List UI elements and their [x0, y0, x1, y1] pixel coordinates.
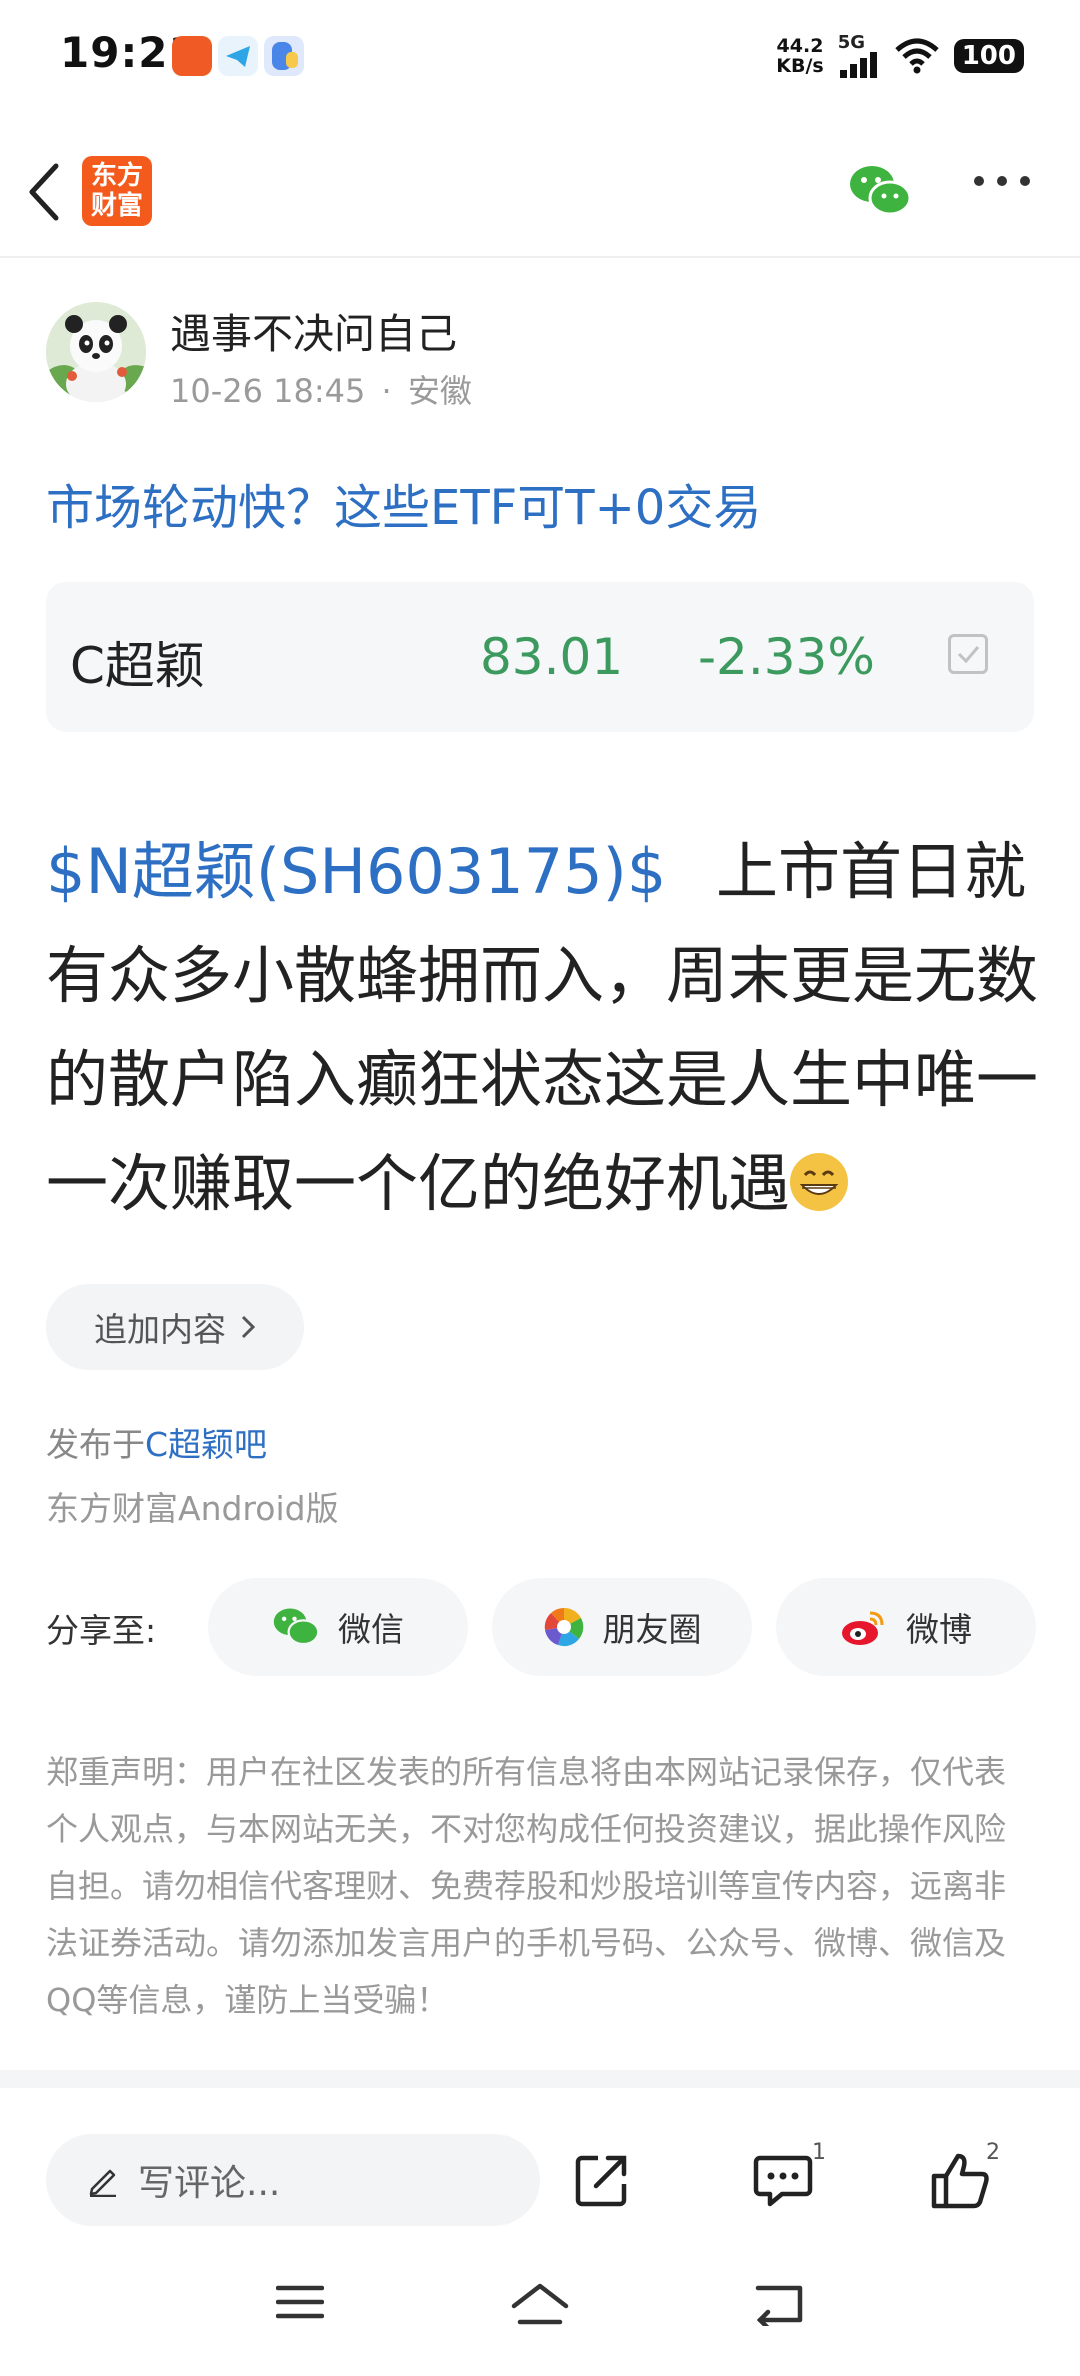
stock-name: C超颖 — [70, 637, 205, 695]
status-icons: 44.2 KB/s 5G 100 — [776, 34, 1024, 78]
weibo-icon — [842, 1611, 884, 1645]
net-speed: 44.2 KB/s — [776, 35, 824, 77]
wechat-icon[interactable] — [848, 164, 912, 218]
telegram-icon — [218, 36, 258, 76]
chevron-right-icon — [241, 1315, 256, 1339]
stock-price: 83.01 — [480, 628, 624, 686]
post-body: $N超颖(SH603175)$ 上市首日就有众多小散蜂拥而入，周末更是无数的散户… — [46, 820, 1046, 1236]
back-gesture-icon[interactable] — [754, 2282, 806, 2326]
comment-placeholder: 写评论... — [138, 2163, 281, 2204]
like-count: 2 — [986, 2140, 1000, 2165]
post-location: 安徽 — [407, 372, 472, 410]
section-divider — [0, 2070, 1080, 2088]
wifi-icon — [895, 38, 939, 74]
disclaimer: 郑重声明：用户在社区发表的所有信息将由本网站记录保存，仅代表个人观点，与本网站无… — [46, 1753, 1007, 2019]
share-wechat-label: 微信 — [338, 1610, 404, 1649]
publish-source: 东方财富Android版 — [46, 1489, 339, 1528]
battery-indicator: 100 — [953, 39, 1024, 73]
stock-card[interactable]: C超颖 83.01 -2.33% — [46, 582, 1034, 732]
share-icon[interactable] — [572, 2150, 632, 2210]
menu-icon[interactable] — [276, 2282, 324, 2322]
author-name[interactable]: 遇事不决问自己 — [170, 300, 457, 360]
stock-change: -2.33% — [698, 628, 875, 686]
grin-emoji-icon — [790, 1153, 849, 1211]
comment-count: 1 — [812, 2140, 826, 2165]
meta-separator: · — [381, 372, 392, 410]
pencil-icon — [89, 2169, 116, 2197]
add-content-button[interactable]: 追加内容 — [46, 1284, 304, 1370]
stock-tag-link[interactable]: $N超颖(SH603175)$ — [46, 835, 666, 908]
nav-divider — [0, 256, 1080, 258]
wechat-icon — [273, 1608, 320, 1646]
share-weibo-button[interactable]: 微博 — [776, 1578, 1036, 1676]
eastmoney-logo[interactable]: 东方 财富 — [82, 156, 152, 226]
post-time: 10-26 18:45 — [170, 372, 366, 410]
moments-icon — [544, 1607, 583, 1647]
watchlist-checkbox[interactable] — [948, 634, 988, 674]
board-link[interactable]: C超颖吧 — [145, 1425, 267, 1464]
app-face-icon — [264, 36, 304, 76]
signal-icon: 5G — [838, 34, 880, 78]
share-moments-button[interactable]: 朋友圈 — [492, 1578, 752, 1676]
back-icon[interactable] — [24, 160, 64, 224]
share-moments-label: 朋友圈 — [602, 1610, 702, 1649]
app-notification-icon — [172, 36, 212, 76]
published-in-prefix: 发布于 — [46, 1425, 145, 1464]
more-icon[interactable] — [972, 174, 1032, 188]
comment-icon[interactable] — [752, 2150, 814, 2210]
published-in: 发布于C超颖吧 — [46, 1418, 267, 1466]
avatar[interactable] — [46, 302, 146, 402]
share-wechat-button[interactable]: 微信 — [208, 1578, 468, 1676]
post-meta: 10-26 18:45 · 安徽 — [170, 366, 472, 412]
post-title[interactable]: 市场轮动快？这些ETF可T+0交易 — [46, 468, 761, 538]
share-weibo-label: 微博 — [906, 1610, 972, 1649]
like-icon[interactable] — [930, 2150, 992, 2210]
home-icon[interactable] — [510, 2282, 570, 2326]
share-label: 分享至: — [46, 1611, 157, 1650]
add-content-label: 追加内容 — [94, 1310, 226, 1349]
comment-input[interactable]: 写评论... — [46, 2134, 540, 2226]
